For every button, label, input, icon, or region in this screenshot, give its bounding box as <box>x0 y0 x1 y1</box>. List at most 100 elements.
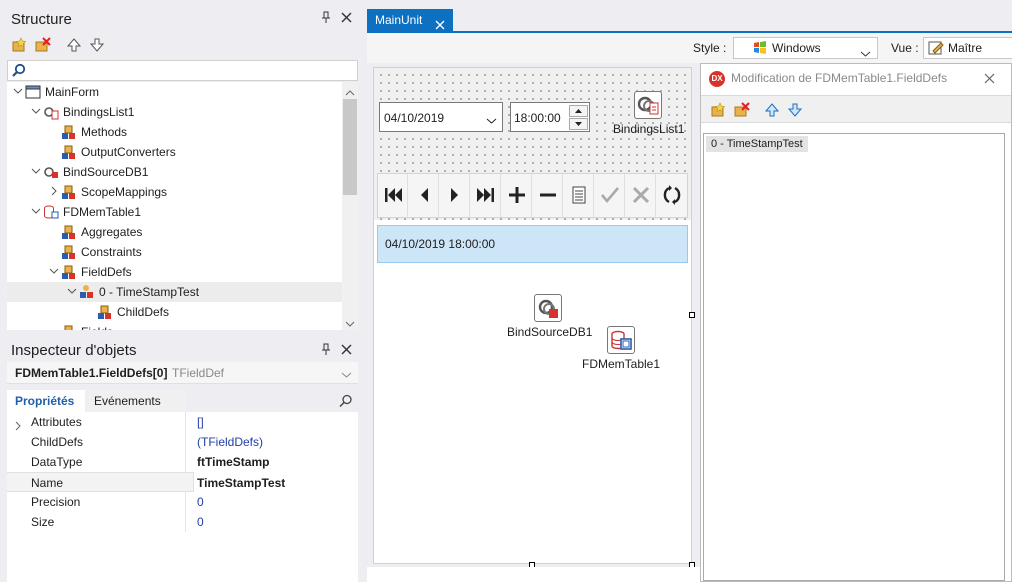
property-value[interactable]: 0 <box>197 492 204 512</box>
property-row-childdefs[interactable]: ChildDefs (TFieldDefs) <box>7 432 358 452</box>
chevron-down-icon[interactable] <box>13 86 23 96</box>
chevron-down-icon[interactable] <box>49 266 59 276</box>
chevron-down-icon[interactable] <box>31 106 41 116</box>
post-record-button[interactable] <box>595 174 625 217</box>
object-selector[interactable]: FDMemTable1.FieldDefs[0] TFieldDef <box>7 362 358 384</box>
structure-search-input[interactable] <box>7 60 358 81</box>
tree-item-label: Aggregates <box>81 225 143 239</box>
property-name: Precision <box>31 495 81 509</box>
property-value[interactable]: [] <box>197 412 204 432</box>
chevron-down-icon[interactable] <box>67 286 77 296</box>
close-icon[interactable] <box>984 73 995 87</box>
edit-view-icon <box>928 40 944 62</box>
tree-item-timestamptest[interactable]: 0 - TimeStampTest <box>7 282 342 302</box>
move-up-icon[interactable] <box>66 37 84 53</box>
dialog-titlebar[interactable]: DX Modification de FDMemTable1.FieldDefs <box>701 64 1011 94</box>
chevron-down-icon[interactable] <box>31 206 41 216</box>
tab-properties[interactable]: Propriétés <box>7 390 85 412</box>
tree-item-bindsourcedb1[interactable]: BindSourceDB1 <box>7 162 342 182</box>
property-name: ChildDefs <box>31 435 84 449</box>
cancel-record-button[interactable] <box>626 174 656 217</box>
edit-record-button[interactable] <box>564 174 594 217</box>
move-down-icon[interactable] <box>89 37 107 53</box>
close-icon[interactable] <box>341 11 352 26</box>
list-item[interactable]: 0 - TimeStampTest <box>706 136 808 152</box>
first-record-button[interactable] <box>378 174 408 217</box>
date-picker[interactable]: 04/10/2019 <box>379 102 503 132</box>
property-value[interactable]: ftTimeStamp <box>197 452 269 472</box>
tree-item-childdefs[interactable]: ChildDefs <box>7 302 342 322</box>
bindings-list-icon <box>43 104 59 120</box>
add-item-icon[interactable] <box>710 102 728 121</box>
tree-item-fdmemtable1[interactable]: FDMemTable1 <box>7 202 342 222</box>
form-designer[interactable]: 04/10/2019 18:00:00 BindingsList1 04/10/… <box>373 67 692 564</box>
bindings-list-component-icon[interactable] <box>634 91 662 119</box>
chevron-down-icon[interactable] <box>31 166 41 176</box>
tree-item-label: Constraints <box>81 245 142 259</box>
tree-item-label: MainForm <box>45 85 100 99</box>
property-row-datatype[interactable]: DataType ftTimeStamp <box>7 452 358 472</box>
pin-icon[interactable] <box>321 11 331 27</box>
property-row-size[interactable]: Size 0 <box>7 512 358 532</box>
mem-table-icon <box>43 204 59 220</box>
tree-item-bindingslist1[interactable]: BindingsList1 <box>7 102 342 122</box>
property-value[interactable]: (TFieldDefs) <box>197 432 263 452</box>
scroll-up-icon[interactable] <box>345 86 355 100</box>
bind-source-component-icon[interactable] <box>534 294 562 322</box>
insert-record-button[interactable] <box>502 174 532 217</box>
view-dropdown[interactable]: Maître <box>923 37 1012 59</box>
tree-item-constraints[interactable]: Constraints <box>7 242 342 262</box>
structure-title: Structure <box>11 11 72 28</box>
property-value[interactable]: TimeStampTest <box>197 473 285 493</box>
property-row-name[interactable]: Name TimeStampTest <box>7 472 358 492</box>
spin-up-icon[interactable] <box>569 105 588 117</box>
dialog-toolbar <box>701 95 1011 123</box>
tree-item-aggregates[interactable]: Aggregates <box>7 222 342 242</box>
pin-icon[interactable] <box>321 343 331 359</box>
chevron-down-icon[interactable] <box>341 368 352 382</box>
style-dropdown[interactable]: Windows <box>733 37 878 59</box>
tree-item-fields[interactable]: Fields <box>7 322 342 330</box>
last-record-button[interactable] <box>471 174 501 217</box>
refresh-button[interactable] <box>657 174 687 217</box>
tree-scrollbar[interactable] <box>342 82 358 330</box>
search-icon[interactable] <box>339 394 353 411</box>
tree-item-mainform[interactable]: MainForm <box>7 82 342 102</box>
property-grid[interactable]: Attributes [] ChildDefs (TFieldDefs) Dat… <box>7 412 358 582</box>
chevron-right-icon[interactable] <box>49 186 59 196</box>
close-icon[interactable] <box>341 343 352 358</box>
property-name: DataType <box>31 455 83 469</box>
structure-tree[interactable]: MainForm BindingsList1 Methods OutputCon… <box>7 82 358 330</box>
fielddefs-list[interactable]: 0 - TimeStampTest <box>703 133 1005 581</box>
move-up-icon[interactable] <box>764 102 780 121</box>
chevron-down-icon[interactable] <box>486 114 497 128</box>
tree-item-label: FDMemTable1 <box>63 205 142 219</box>
spin-down-icon[interactable] <box>569 118 588 130</box>
tree-item-label: ScopeMappings <box>81 185 168 199</box>
tree-item-label: BindSourceDB1 <box>63 165 149 179</box>
next-record-button[interactable] <box>440 174 470 217</box>
delete-item-icon[interactable] <box>733 102 751 121</box>
tab-events[interactable]: Evénements <box>86 390 186 412</box>
property-row-attributes[interactable]: Attributes [] <box>7 412 358 432</box>
tab-mainunit[interactable]: MainUnit <box>367 9 453 31</box>
property-value[interactable]: 0 <box>197 512 204 532</box>
list-item[interactable]: 04/10/2019 18:00:00 <box>377 225 688 263</box>
add-item-icon[interactable] <box>11 37 29 53</box>
tree-item-fielddefs[interactable]: FieldDefs <box>7 262 342 282</box>
tree-item-outputconverters[interactable]: OutputConverters <box>7 142 342 162</box>
tree-item-scopemappings[interactable]: ScopeMappings <box>7 182 342 202</box>
delete-item-icon[interactable] <box>34 37 52 53</box>
property-row-precision[interactable]: Precision 0 <box>7 492 358 512</box>
move-down-icon[interactable] <box>787 102 803 121</box>
prior-record-button[interactable] <box>409 174 439 217</box>
delete-record-button[interactable] <box>533 174 563 217</box>
collection-icon <box>61 224 77 240</box>
chevron-down-icon[interactable] <box>860 44 871 64</box>
resize-handle-right[interactable] <box>689 312 695 318</box>
scroll-down-icon[interactable] <box>345 317 355 330</box>
mem-table-component-icon[interactable] <box>607 326 635 354</box>
scrollbar-thumb[interactable] <box>343 99 357 195</box>
time-picker[interactable]: 18:00:00 <box>510 102 590 132</box>
tree-item-methods[interactable]: Methods <box>7 122 342 142</box>
